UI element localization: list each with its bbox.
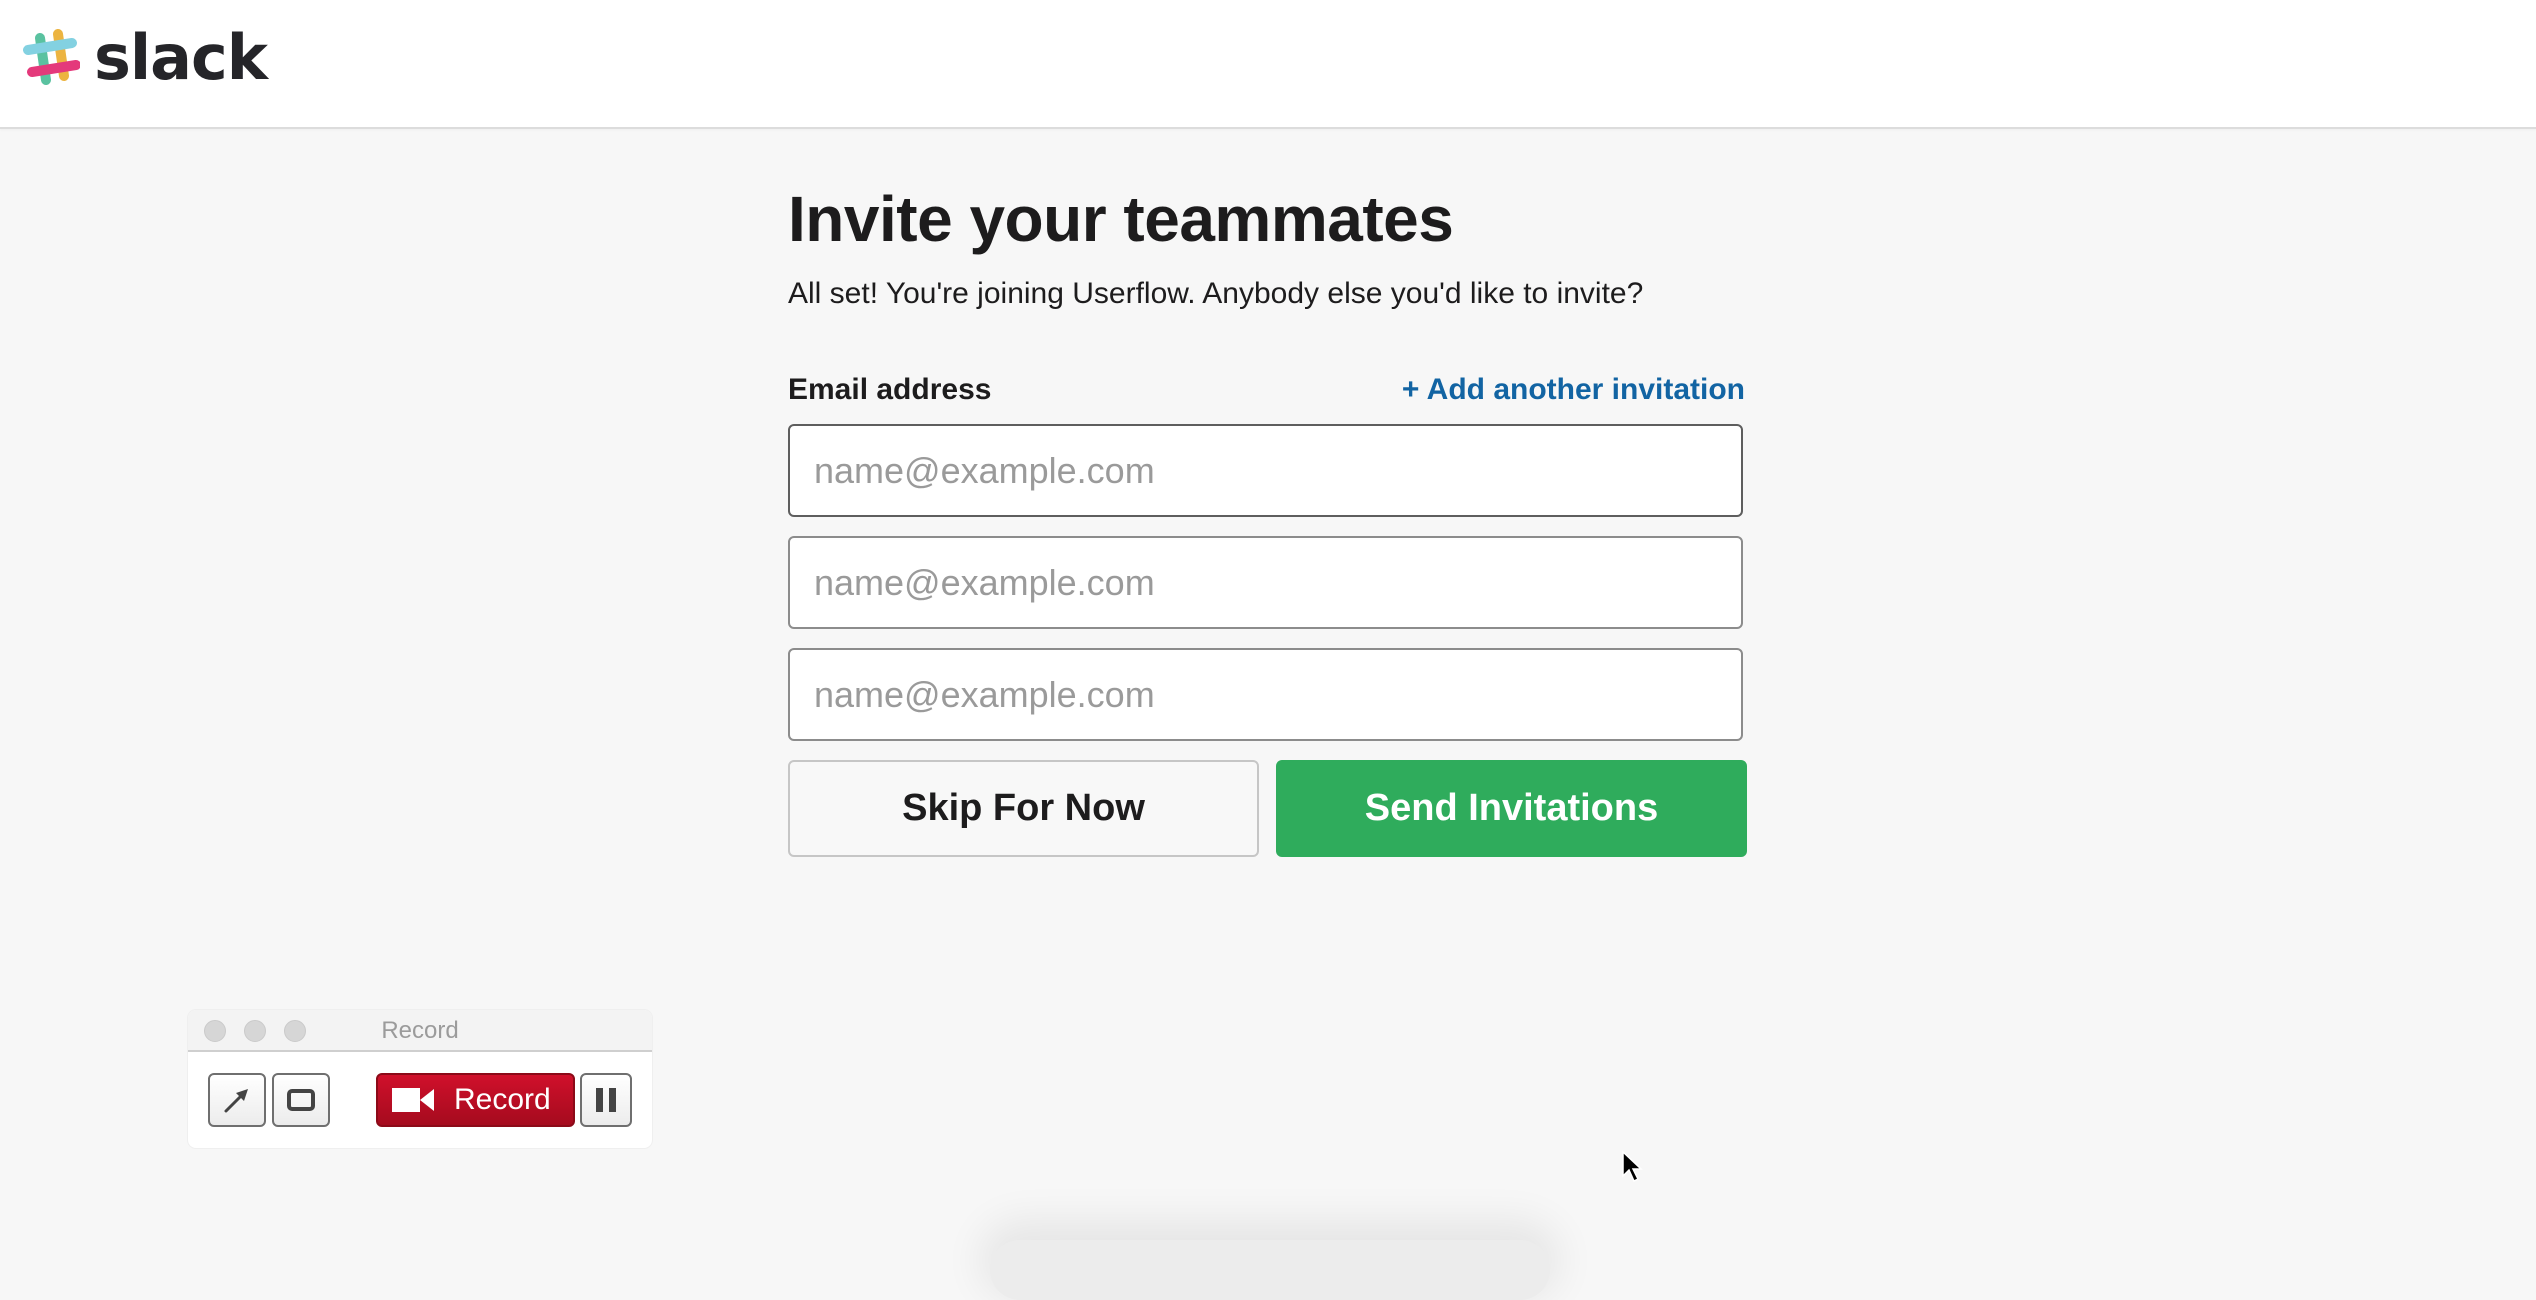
pause-icon [596,1088,616,1112]
pause-button[interactable] [580,1073,632,1127]
email-label-row: Email address + Add another invitation [788,373,1745,407]
top-header: slack [0,0,2536,129]
record-widget-titlebar[interactable]: Record [188,1010,652,1052]
send-invitations-button[interactable]: Send Invitations [1276,760,1747,857]
record-widget-title: Record [381,1017,459,1044]
bottom-popup-shadow [990,1240,1550,1300]
slack-hash-logo-icon [20,26,80,90]
record-button[interactable]: Record [376,1073,575,1127]
email-input-3[interactable] [788,648,1743,741]
rectangle-icon [287,1089,315,1111]
mouse-cursor-icon [1622,1150,1643,1183]
page-title: Invite your teammates [788,183,1454,255]
slack-logo[interactable]: slack [20,21,268,94]
rectangle-tool-button[interactable] [272,1073,330,1127]
slack-wordmark: slack [94,21,268,94]
skip-for-now-button[interactable]: Skip For Now [788,760,1259,857]
email-address-label: Email address [788,373,992,406]
arrow-icon [224,1089,248,1113]
record-button-label: Record [454,1083,551,1116]
add-another-invitation-link[interactable]: + Add another invitation [1402,373,1745,407]
video-camera-icon [392,1088,434,1112]
record-widget: Record Record [188,1010,652,1148]
page-subtitle: All set! You're joining Userflow. Anybod… [788,277,1644,310]
email-input-2[interactable] [788,536,1743,629]
arrow-tool-button[interactable] [208,1073,266,1127]
email-input-1[interactable] [788,424,1743,517]
